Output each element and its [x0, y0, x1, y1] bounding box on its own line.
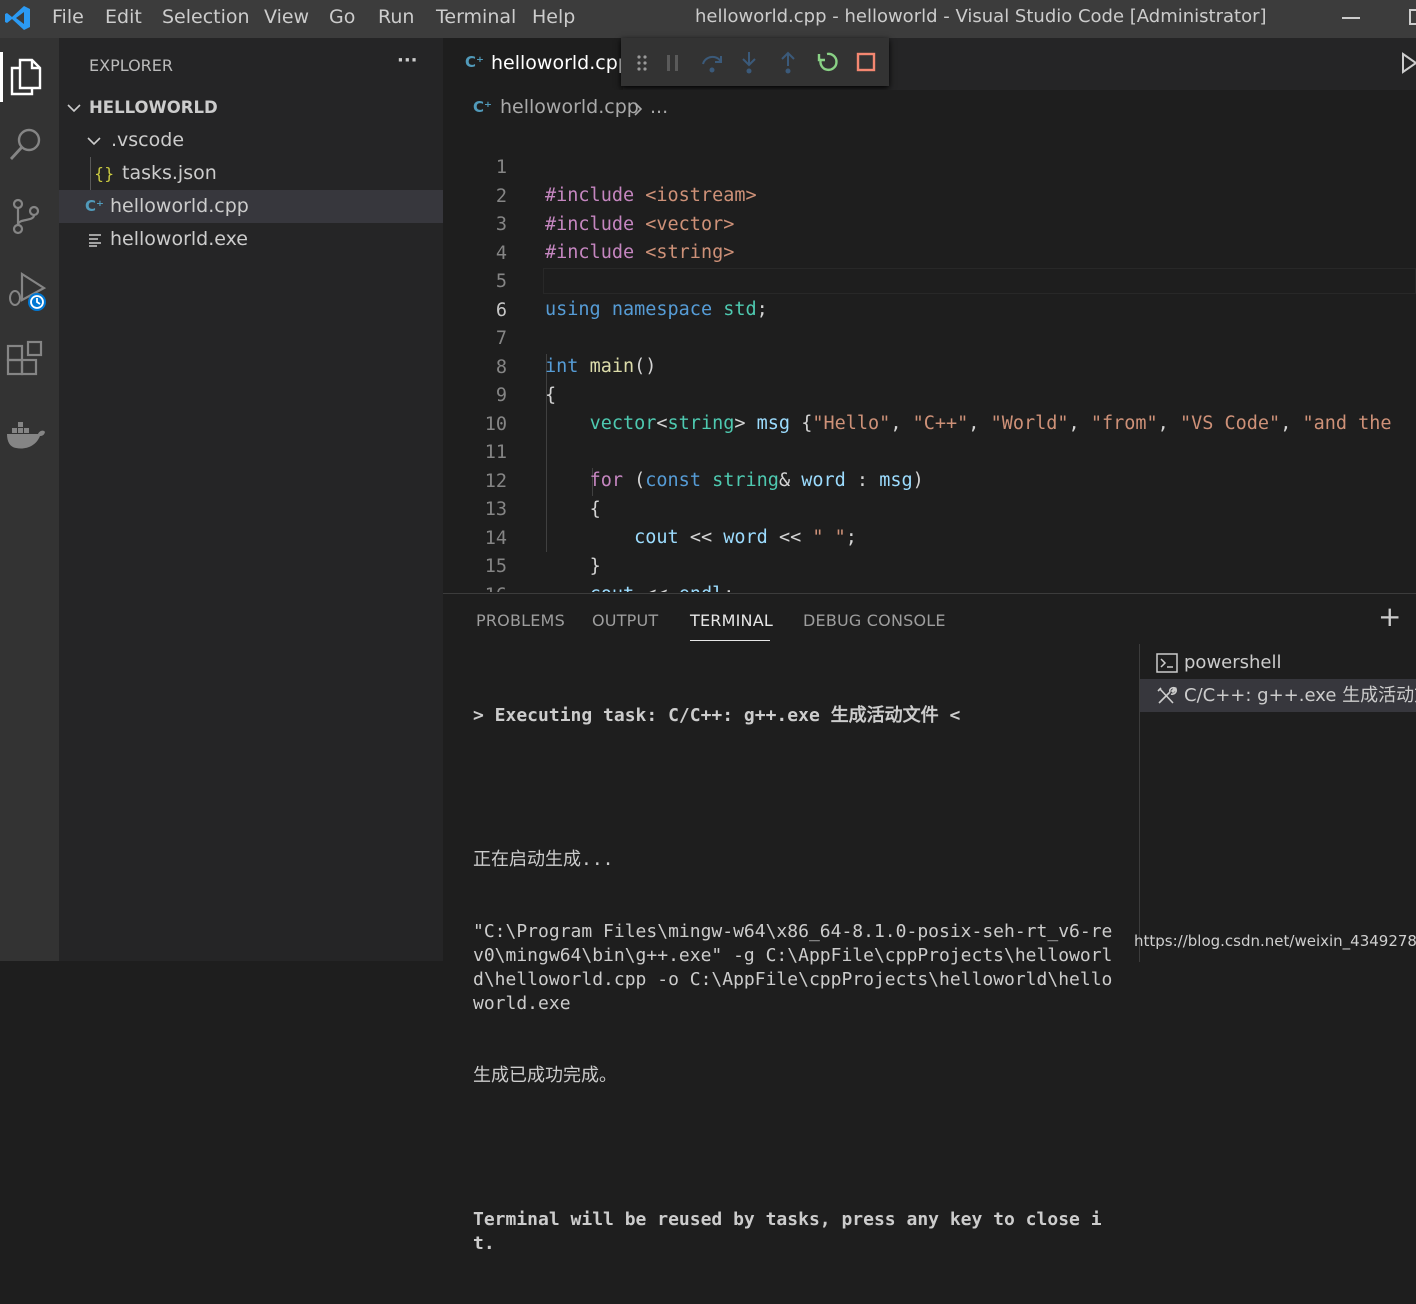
tree-file-helloworld-cpp[interactable]: C⁺ helloworld.cpp	[59, 190, 443, 223]
explorer-icon[interactable]	[4, 54, 48, 98]
tab-label: helloworld.cpp	[491, 52, 630, 74]
menu-edit[interactable]: Edit	[105, 6, 142, 28]
code-line: 11 for (const string& word : msg)	[443, 411, 1416, 491]
activity-bar	[0, 38, 59, 961]
menu-view[interactable]: View	[264, 6, 309, 28]
docker-icon[interactable]	[4, 414, 48, 458]
terminal-line: "C:\Program Files\mingw-w64\x86_64-8.1.0…	[473, 921, 1113, 1014]
editor-tab-bar: C⁺ helloworld.cpp	[443, 38, 1416, 90]
terminal-item-label: powershell	[1184, 652, 1282, 673]
code-line: 7 int main()	[443, 297, 1416, 377]
terminal-item-powershell[interactable]: powershell	[1140, 646, 1416, 679]
menu-help[interactable]: Help	[532, 6, 575, 28]
chevron-right-icon	[634, 102, 643, 116]
search-icon[interactable]	[4, 122, 48, 166]
stop-icon[interactable]	[856, 52, 876, 72]
active-tab-underline	[690, 640, 770, 641]
terminal-line: 生成已成功完成。	[473, 1065, 617, 1086]
breadcrumb-file[interactable]: helloworld.cpp	[500, 96, 639, 118]
window-title: helloworld.cpp - helloworld - Visual Stu…	[695, 6, 1267, 27]
source-control-icon[interactable]	[4, 194, 48, 238]
tab-terminal[interactable]: TERMINAL	[690, 611, 773, 630]
code-line: 9 vector<string> msg {"Hello", "C++", "W…	[443, 354, 1416, 434]
explorer-sidebar: EXPLORER ··· HELLOWORLD .vscode {} tasks…	[59, 38, 443, 961]
code-line: 4	[443, 212, 1416, 264]
tree-folder-vscode[interactable]: .vscode	[59, 124, 443, 157]
maximize-icon[interactable]	[1409, 9, 1416, 25]
code-line: 1 #include <iostream>	[443, 126, 1416, 206]
code-line: 16 }	[443, 554, 1416, 593]
code-line: 3 #include <string>	[443, 183, 1416, 263]
restart-icon[interactable]	[816, 51, 838, 73]
step-over-icon[interactable]	[699, 50, 725, 76]
tree-item-label: tasks.json	[122, 162, 217, 184]
sidebar-title: EXPLORER	[89, 56, 173, 75]
tree-item-label: .vscode	[111, 129, 185, 151]
tree-file-helloworld-exe[interactable]: helloworld.exe	[59, 223, 443, 256]
breadcrumb-symbol[interactable]: ...	[650, 96, 668, 118]
tab-helloworld-cpp[interactable]: C⁺ helloworld.cpp	[443, 38, 630, 90]
drag-handle-icon[interactable]	[635, 54, 649, 72]
tree-item-label: helloworld.exe	[110, 228, 248, 250]
tree-item-label: helloworld.cpp	[110, 195, 249, 217]
code-line: 15 cout << endl;	[443, 525, 1416, 592]
watermark: https://blog.csdn.net/weixin_43492780	[1134, 932, 1416, 950]
chevron-down-icon	[87, 137, 101, 146]
menu-terminal[interactable]: Terminal	[436, 6, 516, 28]
binary-file-icon	[89, 234, 101, 247]
tree-root-helloworld[interactable]: HELLOWORLD	[59, 91, 443, 124]
code-line: 2 #include <vector>	[443, 155, 1416, 235]
minimize-icon[interactable]	[1342, 17, 1360, 19]
cpp-file-icon: C⁺	[473, 98, 492, 116]
code-line: 13 cout << word << " ";	[443, 468, 1416, 548]
code-line: 8 {	[443, 326, 1416, 406]
terminal-line: > Executing task: C/C++: g++.exe 生成活动文件 …	[473, 705, 961, 726]
extensions-icon[interactable]	[4, 338, 48, 382]
tools-icon	[1157, 686, 1177, 704]
tab-problems[interactable]: PROBLEMS	[476, 611, 565, 630]
new-terminal-button[interactable]: +	[1378, 600, 1401, 633]
tab-output[interactable]: OUTPUT	[592, 611, 658, 630]
vscode-logo-icon	[5, 6, 30, 30]
code-line: 12 {	[443, 440, 1416, 520]
debug-toolbar	[621, 38, 889, 86]
step-out-icon[interactable]	[778, 50, 798, 76]
more-actions-icon[interactable]: ···	[397, 50, 418, 71]
menu-go[interactable]: Go	[329, 6, 355, 28]
terminal-list: powershell C/C++: g++.exe 生成活动文件	[1139, 644, 1416, 962]
terminal-line: Terminal will be reused by tasks, press …	[473, 1209, 1102, 1254]
line-number: 16	[443, 582, 507, 593]
breadcrumb: C⁺ helloworld.cpp ...	[443, 90, 1416, 126]
chevron-down-icon	[67, 104, 81, 113]
json-icon: {}	[94, 164, 115, 183]
title-bar: File Edit Selection View Go Run Terminal…	[0, 0, 1416, 38]
tree-root-label: HELLOWORLD	[89, 98, 218, 117]
tree-file-tasks-json[interactable]: {} tasks.json	[59, 157, 443, 190]
step-into-icon[interactable]	[739, 50, 759, 76]
run-debug-icon[interactable]	[4, 266, 54, 316]
terminal-item-label: C/C++: g++.exe 生成活动文件	[1184, 685, 1416, 706]
cpp-file-icon: C⁺	[465, 53, 484, 71]
code-line: 5 using namespace std;	[443, 240, 1416, 320]
active-indicator	[0, 52, 3, 102]
menu-file[interactable]: File	[52, 6, 84, 28]
cpp-file-icon: C⁺	[85, 197, 104, 215]
menu-selection[interactable]: Selection	[162, 6, 250, 28]
terminal-item-task[interactable]: C/C++: g++.exe 生成活动文件	[1140, 679, 1416, 712]
terminal-icon	[1156, 653, 1178, 673]
code-line: 10	[443, 383, 1416, 435]
terminal-output[interactable]: > Executing task: C/C++: g++.exe 生成活动文件 …	[473, 656, 1113, 1304]
run-file-icon[interactable]	[1400, 52, 1416, 74]
menu-run[interactable]: Run	[378, 6, 414, 28]
tab-debug-console[interactable]: DEBUG CONSOLE	[803, 611, 946, 630]
bottom-panel: PROBLEMS OUTPUT TERMINAL DEBUG CONSOLE +…	[443, 593, 1416, 1254]
code-editor[interactable]: 1 #include <iostream> 2 #include <vector…	[443, 126, 1416, 592]
pause-icon[interactable]	[663, 52, 683, 74]
code-line: 14 }	[443, 497, 1416, 577]
terminal-line: 正在启动生成...	[473, 849, 614, 870]
code-line: 6	[443, 269, 1416, 321]
